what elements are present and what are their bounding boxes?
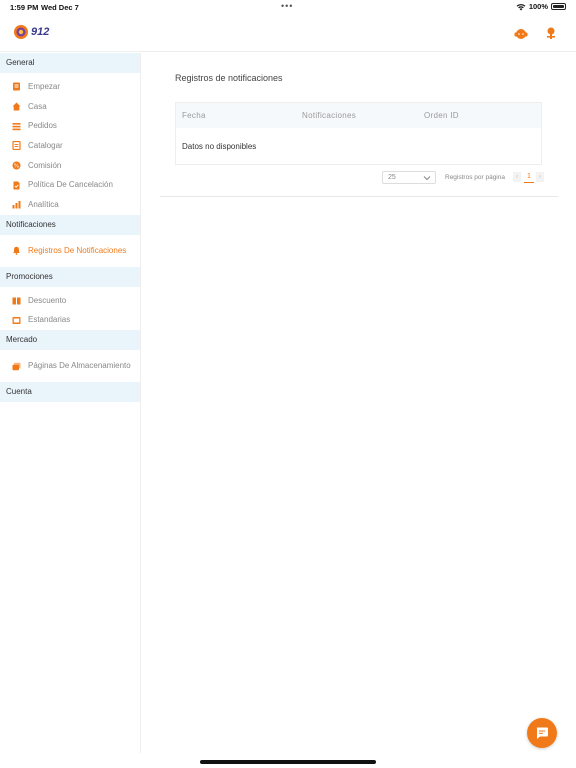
rocket-icon [13, 82, 20, 91]
sidebar-item-empezar[interactable]: Empezar [0, 77, 140, 97]
battery-percent: 100% [528, 2, 548, 11]
analytics-icon [12, 201, 21, 209]
svg-text:%: % [14, 164, 19, 170]
sidebar-item-label: Política De Cancelación [28, 180, 113, 190]
sidebar-item-registros-de-notificaciones[interactable]: Registros De Notificaciones [0, 235, 140, 267]
sidebar-item-pedidos[interactable]: Pedidos [0, 116, 140, 136]
page-size-value: 25 [388, 174, 396, 181]
column-header-notificaciones[interactable]: Notificaciones [302, 111, 356, 120]
column-header-fecha[interactable]: Fecha [182, 111, 206, 120]
pagination: 25 Registros por página ‹ 1 › [382, 171, 544, 185]
page-size-select[interactable]: 25 [382, 171, 436, 184]
bell-icon [13, 247, 20, 256]
sidebar-item-label: Empezar [28, 81, 61, 91]
store-icon [12, 362, 21, 370]
sidebar-item-paginas-de-almacenamiento[interactable]: Páginas De Almacenamiento [0, 350, 140, 382]
sidebar-item-label: Catalogar [28, 140, 63, 150]
chat-button[interactable] [527, 718, 557, 748]
sidebar-item-label: Pedidos [28, 121, 57, 131]
status-time: 1:59 PM [10, 3, 39, 12]
sidebar-item-casa[interactable]: Casa [0, 97, 140, 117]
rows-per-page-label: Registros por página [445, 174, 505, 181]
sidebar-section-cuenta[interactable]: Cuenta [0, 382, 140, 403]
column-header-orden-id[interactable]: Orden ID [424, 111, 459, 120]
commission-icon: % [12, 161, 21, 170]
sidebar-item-label: Descuento [28, 295, 67, 305]
logo-text: 912 [31, 26, 50, 38]
empty-state-text: Datos no disponibles [182, 142, 257, 151]
sidebar-section-notificaciones: Notificaciones [0, 214, 140, 235]
logo-mark-icon [14, 25, 28, 39]
table-header: Fecha Notificaciones Orden ID [176, 103, 541, 128]
sidebar-item-label: Casa [28, 101, 47, 111]
sidebar-item-analitica[interactable]: Analítica [0, 195, 140, 215]
chevron-down-icon [423, 176, 431, 181]
sidebar-item-label: Comisión [28, 160, 62, 170]
app-logo[interactable]: 912 [13, 24, 49, 40]
page-title: Registros de notificaciones [175, 73, 283, 83]
sidebar-item-comision[interactable]: % Comisión [0, 156, 140, 176]
sidebar-section-promociones: Promociones [0, 266, 140, 287]
catalog-icon [12, 141, 21, 151]
next-page-button[interactable]: › [536, 172, 544, 182]
notifications-table: Fecha Notificaciones Orden ID Datos no d… [175, 102, 542, 165]
sidebar-item-label: Páginas De Almacenamiento [28, 361, 131, 371]
battery-icon [551, 3, 566, 10]
wifi-icon [516, 3, 526, 10]
sidebar-item-catalogar[interactable]: Catalogar [0, 136, 140, 156]
banner-icon [12, 316, 21, 324]
sidebar-section-general: General [0, 53, 140, 73]
multitasking-dots-icon[interactable]: ••• [281, 1, 293, 11]
status-date: Wed Dec 7 [41, 3, 79, 12]
policy-icon [13, 181, 20, 190]
prev-page-button[interactable]: ‹ [513, 172, 521, 182]
user-profile-icon[interactable] [542, 25, 560, 43]
sidebar-item-descuento[interactable]: Descuento [0, 291, 140, 311]
home-indicator[interactable] [200, 760, 376, 764]
orders-icon [12, 122, 21, 130]
sidebar-item-label: Estandarias [28, 315, 71, 325]
sidebar-item-politica-de-cancelacion[interactable]: Política De Cancelación [0, 175, 140, 195]
sidebar-item-label: Registros De Notificaciones [28, 245, 127, 255]
sidebar: General Empezar Casa Pedidos Catalogar %… [0, 53, 141, 753]
app-header: 912 [0, 14, 576, 52]
current-page-number[interactable]: 1 [524, 171, 534, 183]
home-icon [12, 102, 21, 111]
sidebar-section-mercado: Mercado [0, 330, 140, 351]
chat-bubble-icon [536, 727, 548, 739]
main-content: Registros de notificaciones Fecha Notifi… [160, 53, 558, 197]
support-agent-icon[interactable] [512, 25, 530, 43]
discount-icon [12, 297, 21, 305]
sidebar-item-estandarias[interactable]: Estandarias [0, 311, 140, 331]
sidebar-item-label: Analítica [28, 199, 59, 209]
status-bar: 1:59 PM Wed Dec 7 ••• 100% [0, 0, 576, 14]
